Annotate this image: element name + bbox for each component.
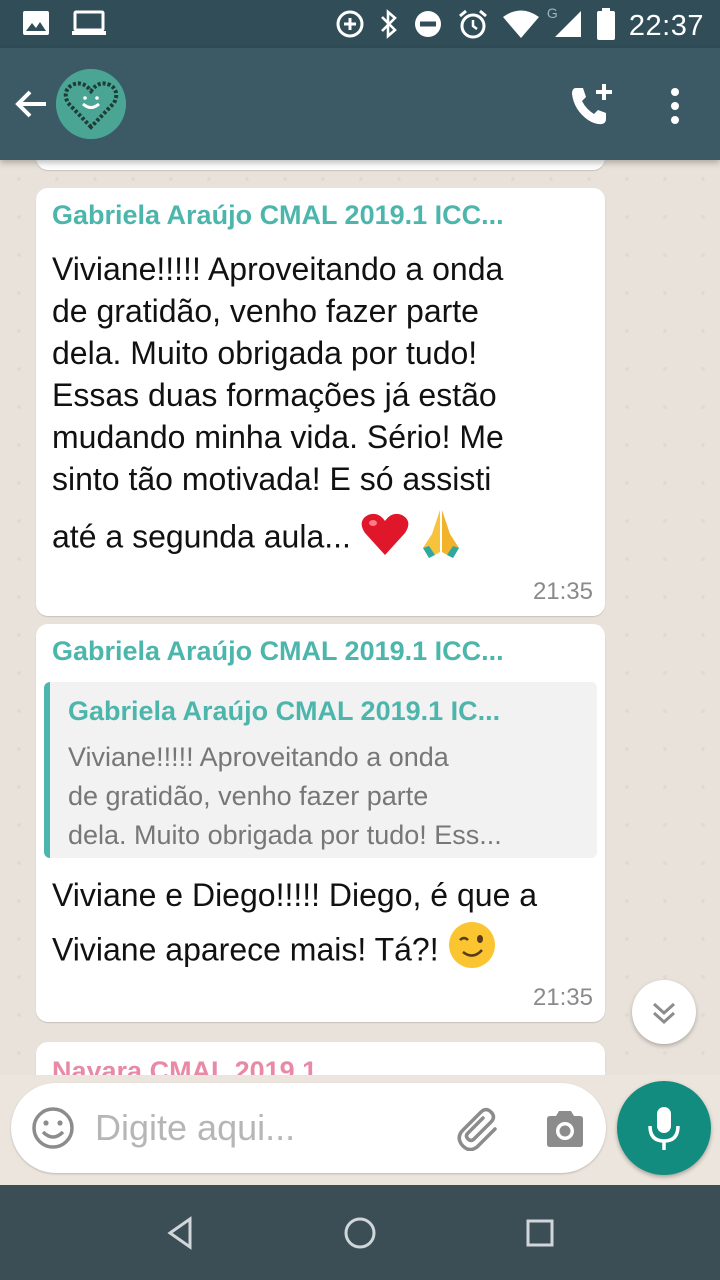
battery-icon [596, 8, 615, 45]
message-line: Viviane e Diego!!!!! Diego, é que a [52, 877, 538, 913]
paperclip-icon [457, 1107, 497, 1152]
nav-recents-button[interactable] [516, 1209, 564, 1257]
message-list[interactable]: Gabriela Araújo CMAL 2019.1 ICC... Vivia… [0, 160, 720, 1075]
smiley-icon [32, 1107, 74, 1149]
winking-face-emoji [447, 920, 497, 984]
message-time: 21:35 [532, 578, 593, 605]
message-line: mudando minha vida. Sério! Me [52, 419, 504, 455]
message-line: Viviane aparece mais! Tá?! [52, 931, 439, 968]
more-options-button[interactable] [660, 84, 690, 128]
triangle-back-icon [167, 1216, 192, 1250]
camera-icon [547, 1111, 583, 1147]
message-line: sinto tão motivada! E só assisti [52, 461, 492, 497]
message-composer [11, 1083, 606, 1173]
scroll-to-bottom-button[interactable] [632, 980, 696, 1044]
microphone-icon [648, 1107, 680, 1150]
message-line: Viviane!!!!! Aproveitando a onda [52, 251, 504, 287]
message-line: de gratidão, venho fazer parte [52, 293, 479, 329]
double-chevron-down-icon [652, 1002, 676, 1025]
cast-icon [72, 10, 106, 41]
quoted-sender-name: Gabriela Araújo CMAL 2019.1 IC... [68, 696, 501, 726]
square-recents-icon [526, 1219, 554, 1247]
quoted-line: dela. Muito obrigada por tudo! Ess... [68, 820, 502, 850]
attach-button[interactable] [455, 1105, 501, 1152]
message-time: 21:35 [532, 984, 593, 1011]
nav-home-button[interactable] [336, 1209, 384, 1257]
data-saver-icon [335, 9, 365, 44]
add-call-icon [572, 84, 612, 125]
quoted-line: de gratidão, venho fazer parte [68, 781, 429, 811]
sender-name: Gabriela Araújo CMAL 2019.1 ICC... [52, 636, 504, 666]
quoted-text: Viviane!!!!! Aproveitando a onda de grat… [68, 738, 502, 855]
clock: 22:37 [628, 10, 704, 42]
more-vert-icon [671, 88, 679, 124]
emoji-button[interactable] [31, 1106, 75, 1150]
circle-home-icon [344, 1217, 376, 1249]
sender-name: Nayara CMAL 2019.1 [52, 1056, 318, 1075]
back-button[interactable] [10, 82, 54, 126]
previous-message-bubble [36, 160, 605, 170]
message-line: Essas duas formações já estão [52, 377, 497, 413]
network-type-label: G [546, 5, 558, 21]
message-line: até a segunda aula... [52, 518, 351, 555]
sender-name: Gabriela Araújo CMAL 2019.1 ICC... [52, 200, 504, 230]
message-bubble[interactable]: Nayara CMAL 2019.1 [36, 1042, 605, 1075]
status-bar: G 22:37 [0, 0, 720, 48]
quoted-line: Viviane!!!!! Aproveitando a onda [68, 742, 449, 772]
wifi-icon [502, 10, 539, 43]
message-bubble[interactable]: Gabriela Araújo CMAL 2019.1 ICC... Vivia… [36, 188, 605, 616]
voice-message-button[interactable] [617, 1081, 711, 1175]
signal-icon: G [547, 5, 583, 44]
praying-hands-emoji [419, 508, 463, 570]
heart-emoji [360, 511, 410, 567]
message-line: dela. Muito obrigada por tudo! [52, 335, 478, 371]
add-call-button[interactable] [568, 82, 618, 128]
chat-header [0, 48, 720, 160]
back-arrow-icon [15, 90, 46, 118]
message-input[interactable] [95, 1103, 425, 1153]
quoted-message[interactable]: Gabriela Araújo CMAL 2019.1 IC... Vivian… [44, 682, 597, 858]
message-bubble[interactable]: Gabriela Araújo CMAL 2019.1 ICC... Gabri… [36, 624, 605, 1022]
message-text: Viviane e Diego!!!!! Diego, é que a Vivi… [52, 870, 537, 984]
group-avatar[interactable] [56, 69, 126, 139]
message-text: Viviane!!!!! Aproveitando a onda de grat… [52, 248, 504, 570]
nav-back-button[interactable] [156, 1209, 204, 1257]
system-navigation-bar [0, 1185, 720, 1280]
image-icon [22, 10, 50, 41]
bluetooth-icon [379, 9, 399, 44]
do-not-disturb-icon [413, 9, 443, 44]
alarm-icon [457, 8, 489, 45]
camera-button[interactable] [543, 1107, 587, 1151]
